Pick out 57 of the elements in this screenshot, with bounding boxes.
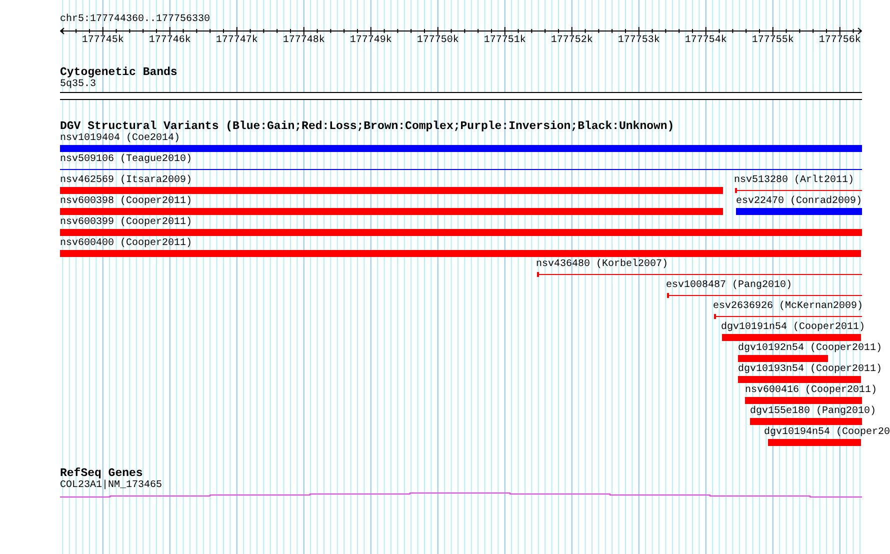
ruler-tick-label: 177748k [282,35,325,47]
variant-start-mark [735,188,737,193]
variant-label[interactable]: nsv1019404 (Coe2014) [60,133,180,144]
band-label: 5q35.3 [60,79,96,90]
variant-label[interactable]: nsv462569 (Itsara2009) [60,175,192,186]
location-text: chr5:177744360..177756330 [60,14,210,26]
variant-label[interactable]: nsv600398 (Cooper2011) [60,196,192,207]
variant-line[interactable] [714,316,862,317]
gene-drawing[interactable] [60,492,862,498]
variant-start-mark [537,272,539,277]
variant-bar[interactable] [736,208,862,215]
track-title: Cytogenetic Bands [60,67,178,79]
ruler-tick-label: 177751k [484,35,526,47]
variant-start-mark [714,314,716,319]
ruler-tick-label: 177749k [350,35,392,47]
track-title: RefSeq Genes [60,468,143,480]
variant-bar[interactable] [722,334,861,341]
ruler-tick-label: 177753k [618,35,660,47]
track-title: DGV Structural Variants (Blue:Gain;Red:Loss;Brown:Complex;Purple:Inversion;Black:Unknown) [60,121,674,133]
variant-bar[interactable] [60,145,862,152]
variant-bar[interactable] [60,250,861,257]
variant-label[interactable]: dgv10192n54 (Cooper2011) [738,343,882,354]
variant-line[interactable] [537,274,862,275]
ruler-tick-label: 177746k [148,35,191,47]
variant-label[interactable]: nsv513280 (Arlt2011) [734,175,854,186]
ruler-tick-label: 177754k [684,35,727,47]
variant-label[interactable]: nsv509106 (Teague2010) [60,154,192,165]
variant-bar[interactable] [745,397,862,404]
variant-label[interactable]: esv1008487 (Pang2010) [666,280,792,291]
variant-line[interactable] [735,190,862,191]
variant-bar[interactable] [738,355,828,362]
ruler-tick-label: 177747k [216,35,258,47]
variant-label[interactable]: dgv155e180 (Pang2010) [750,406,876,417]
variant-label[interactable]: nsv600400 (Cooper2011) [60,238,192,249]
ruler-tick-label: 177750k [416,35,459,47]
variant-label[interactable]: nsv600399 (Cooper2011) [60,217,192,228]
variant-label[interactable]: dgv10194n54 (Cooper20 [764,427,890,438]
variant-bar[interactable] [60,208,723,215]
variant-bar[interactable] [738,376,861,383]
variant-bar[interactable] [60,229,862,236]
ruler-tick-label: 177745k [82,35,124,47]
variant-label[interactable]: nsv436480 (Korbel2007) [536,259,668,270]
variant-label[interactable]: esv2636926 (McKernan2009) [713,301,864,312]
variant-label[interactable]: esv22470 (Conrad2009) [736,196,862,207]
variant-bar[interactable] [750,418,862,425]
variant-label[interactable]: dgv10191n54 (Cooper2011) [721,322,866,333]
gene-label[interactable]: COL23A1|NM_173465 [60,480,162,491]
variant-bar[interactable] [60,187,723,194]
variant-line[interactable] [667,295,862,296]
variant-bar[interactable] [768,439,861,446]
variant-start-mark [667,293,669,298]
ruler-tick-label: 177756k [818,35,861,47]
variant-label[interactable]: dgv10193n54 (Cooper2011) [738,364,882,375]
ruler-tick-label: 177752k [550,35,593,47]
variant-label[interactable]: nsv600416 (Cooper2011) [745,385,878,396]
variant-line[interactable] [60,169,862,170]
ruler-tick-label: 177755k [752,35,794,47]
